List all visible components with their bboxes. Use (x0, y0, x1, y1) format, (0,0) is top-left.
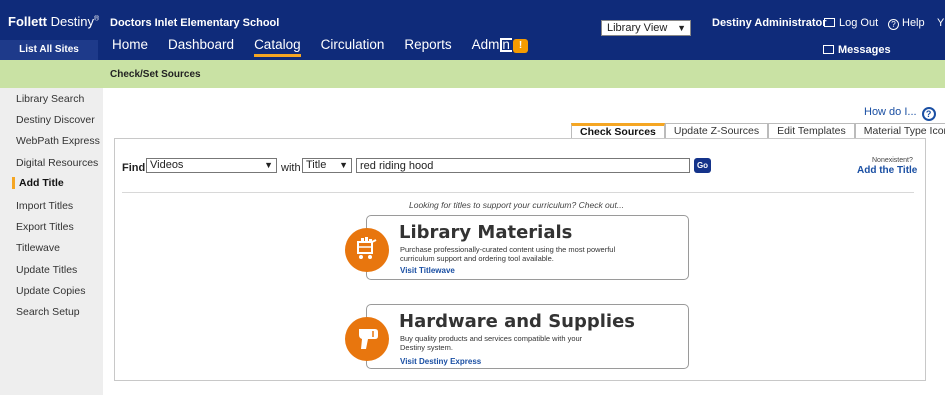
header-overflow-text: Y (937, 17, 945, 29)
chevron-down-icon: ▼ (264, 160, 273, 170)
sidebar-item-search-setup[interactable]: Search Setup (16, 306, 80, 318)
tab-update-z-sources[interactable]: Update Z-Sources (664, 123, 769, 138)
alerts-flag-icon[interactable]: ! (500, 38, 530, 54)
library-cart-icon (345, 228, 389, 272)
sidebar-item-digital-resources[interactable]: Digital Resources (16, 157, 98, 169)
chevron-down-icon: ▼ (677, 23, 686, 33)
breadcrumb: Check/Set Sources (110, 69, 201, 80)
card-description: Buy quality products and services compat… (400, 334, 583, 352)
sidebar-item-titlewave[interactable]: Titlewave (16, 242, 60, 254)
tab-check-sources[interactable]: Check Sources (571, 123, 665, 138)
curriculum-prompt: Looking for titles to support your curri… (409, 200, 624, 210)
sidebar-item-update-copies[interactable]: Update Copies (16, 285, 85, 297)
nav-catalog[interactable]: Catalog (254, 37, 301, 57)
barcode-scanner-icon (345, 317, 389, 361)
sidebar-item-destiny-discover[interactable]: Destiny Discover (16, 114, 95, 126)
messages-link[interactable]: Messages (823, 44, 891, 56)
search-input[interactable] (356, 158, 690, 173)
sidebar: Library Search Destiny Discover WebPath … (0, 88, 103, 395)
follett-destiny-logo[interactable]: Follett Destiny® (8, 14, 99, 29)
sidebar-item-import-titles[interactable]: Import Titles (16, 200, 73, 212)
help-label: Help (902, 17, 925, 29)
go-button[interactable]: Go (694, 158, 711, 173)
how-do-i-label: How do I... (864, 106, 917, 118)
breadcrumb-bar: Check/Set Sources (0, 60, 945, 88)
logo-product-text: Destiny (50, 14, 94, 29)
logout-label: Log Out (839, 17, 879, 29)
logout-icon (824, 18, 835, 27)
envelope-icon (823, 45, 834, 54)
add-the-title-link[interactable]: Add the Title (857, 165, 917, 176)
view-select[interactable]: Library View ▼ (601, 20, 691, 36)
tab-material-type-icons[interactable]: Material Type Icons (854, 123, 945, 138)
sidebar-item-add-title[interactable]: Add Title (12, 177, 64, 189)
library-materials-card[interactable]: Library Materials Purchase professionall… (345, 215, 689, 280)
card-title: Library Materials (399, 222, 573, 243)
visit-titlewave-link[interactable]: Visit Titlewave (400, 266, 455, 275)
with-label: with (281, 162, 301, 174)
card-description: Purchase professionally-curated content … (400, 245, 616, 263)
source-tabs: Check Sources Update Z-Sources Edit Temp… (571, 123, 945, 138)
user-name: Destiny Administrator (712, 17, 827, 29)
nav-circulation[interactable]: Circulation (321, 37, 385, 57)
hardware-supplies-card[interactable]: Hardware and Supplies Buy quality produc… (345, 304, 689, 369)
tab-edit-templates[interactable]: Edit Templates (768, 123, 855, 138)
logo-registered-mark: ® (93, 15, 100, 23)
logout-link[interactable]: Log Out (824, 17, 878, 29)
school-name: Doctors Inlet Elementary School (110, 17, 280, 29)
top-header: Follett Destiny® Doctors Inlet Elementar… (0, 0, 945, 60)
list-all-sites-button[interactable]: List All Sites (0, 40, 98, 60)
sidebar-item-library-search[interactable]: Library Search (16, 93, 84, 105)
nav-reports[interactable]: Reports (404, 37, 451, 57)
sidebar-item-update-titles[interactable]: Update Titles (16, 264, 77, 276)
question-icon: ? (888, 19, 899, 30)
view-select-value: Library View (607, 22, 668, 34)
nav-dashboard[interactable]: Dashboard (168, 37, 234, 57)
material-type-select[interactable]: Videos ▼ (146, 158, 277, 173)
sidebar-item-export-titles[interactable]: Export Titles (16, 221, 74, 233)
chevron-down-icon: ▼ (339, 160, 348, 170)
sidebar-item-webpath-express[interactable]: WebPath Express (16, 135, 100, 147)
flag-icon (500, 38, 512, 52)
material-type-value: Videos (150, 159, 184, 171)
alert-badge: ! (513, 39, 528, 53)
how-do-i-link[interactable]: How do I... ? (864, 106, 936, 121)
search-field-select[interactable]: Title ▼ (302, 158, 352, 173)
search-field-value: Title (306, 159, 327, 171)
nav-home[interactable]: Home (112, 37, 148, 57)
help-link[interactable]: ? Help (888, 17, 925, 30)
divider (122, 192, 914, 193)
help-circle-icon: ? (921, 107, 936, 121)
main-nav: Home Dashboard Catalog Circulation Repor… (112, 37, 510, 57)
card-title: Hardware and Supplies (399, 311, 636, 332)
nonexistent-label: Nonexistent? (872, 157, 913, 164)
visit-destiny-express-link[interactable]: Visit Destiny Express (400, 357, 481, 366)
messages-label: Messages (838, 44, 891, 56)
find-label: Find (122, 162, 146, 174)
logo-brand-text: Follett (8, 14, 47, 29)
